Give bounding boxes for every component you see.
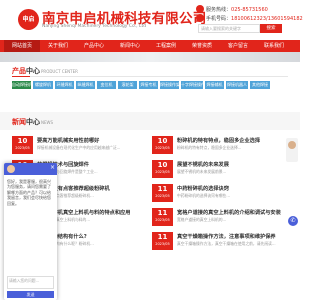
hotline-number: 025-85731560: [231, 7, 268, 13]
company-english-name: Nanjing Shenqi Machinery Technology Co.,…: [42, 24, 147, 29]
news-title[interactable]: 真空干燥箱操作方法，注意事项和维护保养: [177, 233, 292, 240]
chat-send-button[interactable]: 发送: [7, 291, 54, 298]
phone-icon: [196, 5, 204, 13]
nav-item-news[interactable]: 新闻中心: [112, 40, 148, 52]
news-month: 2023/05: [155, 242, 170, 246]
nav-item-message[interactable]: 客户留言: [220, 40, 256, 52]
news-date: 102023/05: [152, 160, 173, 178]
mobile-number: 18100612323/13601594182: [231, 16, 303, 22]
nav-item-cases[interactable]: 工程案例: [148, 40, 184, 52]
category-button[interactable]: 焊接机器人: [226, 81, 248, 89]
search-input[interactable]: 请输入要搜索的关键字: [198, 24, 260, 33]
news-desc: 粉碎机的特有特点，稳固多企业选择...: [177, 145, 242, 150]
news-item[interactable]: 11 2023/05 中药粉碎机的选择诀窍 中药粉碎机的选择诀窍有哪些...: [152, 184, 292, 202]
product-title-en: PRODUCT CENTER: [41, 69, 78, 74]
news-day: 11: [157, 185, 168, 193]
category-button[interactable]: 十字焊接操作机: [181, 81, 203, 89]
news-month: 2023/05: [15, 146, 30, 150]
chat-message: 您好，我是客服，很高兴为您服务，请问您需要了解哪方面的产品？可以给我留言，我们会…: [7, 179, 51, 206]
service-hotline: 服务热线：025-85731560: [206, 6, 268, 13]
banner-image: [0, 52, 300, 62]
news-date: 102023/05: [152, 136, 173, 154]
news-desc: 宽格户道接的真空上料机的...: [177, 217, 227, 222]
category-button[interactable]: 焊接辅机: [205, 81, 224, 89]
chat-input[interactable]: 请输入您的问题...: [7, 276, 54, 289]
mobile-numbers: 手机号码：18100612323/13601594182: [206, 15, 303, 22]
news-item[interactable]: 10 2023/05 粉碎机的特有特点，稳固多企业选择 粉碎机的特有特点，稳固多企…: [152, 136, 292, 154]
news-date: 112023/05: [152, 208, 173, 226]
news-day: 10: [157, 161, 168, 169]
category-button[interactable]: 焊接专机: [139, 81, 158, 89]
category-button[interactable]: 螺旋焊机: [33, 81, 53, 89]
news-section-title: 新闻中心NEWS: [12, 117, 53, 127]
news-month: 2023/05: [155, 218, 170, 222]
news-desc: 真空干燥箱操作方法，真空干燥箱在使用之前，请先阅读...: [177, 241, 276, 246]
mobile-icon: [196, 14, 204, 22]
news-desc: 焊接机械设备在现代化生产中的应用越来越广泛...: [37, 145, 121, 150]
news-item[interactable]: 11 2023/05 真空干燥箱操作方法，注意事项和维护保养 真空干燥箱操作方法，…: [152, 232, 292, 250]
nav-item-honors[interactable]: 荣誉资质: [184, 40, 220, 52]
news-desc: 展望不锈机的未来发展前景...: [177, 169, 227, 174]
nav-item-contact[interactable]: 联系我们: [256, 40, 292, 52]
chat-popup: × 您好，我是客服，很高兴为您服务，请问您需要了解哪方面的产品？可以给我留言，我…: [4, 163, 57, 300]
product-title-black: 中心: [26, 67, 40, 75]
product-section-title: 产品中心PRODUCT CENTER: [12, 66, 78, 76]
news-date: 102023/05: [12, 136, 33, 154]
main-navigation: 网站首页 关于我们 产品中心 新闻中心 工程案例 荣誉资质 客户留言 联系我们: [0, 40, 300, 52]
hotline-label: 服务热线：: [206, 7, 232, 13]
mobile-label: 手机号码：: [206, 16, 232, 22]
news-title-en: NEWS: [41, 120, 54, 125]
news-item[interactable]: 11 2023/05 宽格户道接的真空上料机的介绍和调试与安装 宽格户道接的真空上…: [152, 208, 292, 226]
category-button[interactable]: 变位机: [97, 81, 116, 89]
chat-close-icon[interactable]: ×: [50, 164, 55, 171]
product-title-red: 产品: [12, 67, 26, 75]
chat-agent-avatar: [7, 165, 15, 173]
news-desc: 中药粉碎机的选择诀窍有哪些...: [177, 193, 230, 198]
news-item[interactable]: 10 2023/05 要高万能机械实用性前哪好 焊接机械设备在现代化生产中的应用越…: [12, 136, 152, 154]
news-date: 112023/05: [152, 232, 173, 250]
news-day: 10: [17, 137, 28, 145]
category-button[interactable]: 环缝焊机: [55, 81, 74, 89]
nav-item-products[interactable]: 产品中心: [76, 40, 112, 52]
service-avatar-icon: [288, 141, 296, 149]
news-day: 11: [157, 233, 168, 241]
news-day: 10: [157, 137, 168, 145]
side-phone-icon[interactable]: ✆: [288, 216, 298, 226]
news-month: 2023/05: [155, 194, 170, 198]
news-date: 112023/05: [152, 184, 173, 202]
news-title[interactable]: 中药粉碎机的选择诀窍: [177, 185, 292, 192]
news-title[interactable]: 展望不锈机的未来发展: [177, 161, 292, 168]
news-day: 11: [157, 209, 168, 217]
news-month: 2023/05: [155, 170, 170, 174]
news-month: 2023/05: [155, 146, 170, 150]
company-logo[interactable]: 申启: [18, 9, 39, 30]
search-button[interactable]: 搜索: [260, 24, 282, 33]
category-button[interactable]: 其他焊接: [250, 81, 270, 89]
side-service-avatar[interactable]: [286, 138, 298, 162]
news-title[interactable]: 要高万能机械实用性前哪好: [37, 137, 152, 144]
news-title-black: 中心: [26, 118, 40, 126]
nav-item-about[interactable]: 关于我们: [40, 40, 76, 52]
product-title-underline: [12, 76, 30, 77]
news-title-red: 新闻: [12, 118, 26, 126]
category-button[interactable]: 自动焊接机: [12, 81, 31, 89]
category-button[interactable]: 焊接操作架: [160, 81, 179, 89]
news-title[interactable]: 宽格户道接的真空上料机的介绍和调试与安装: [177, 209, 292, 216]
news-item[interactable]: 10 2023/05 展望不锈机的未来发展 展望不锈机的未来发展前景...: [152, 160, 292, 178]
news-title[interactable]: 粉碎机的特有特点，稳固多企业选择: [177, 137, 292, 144]
product-title-divider: [30, 76, 288, 77]
category-button[interactable]: 滚轮架: [118, 81, 137, 89]
nav-item-home[interactable]: 网站首页: [4, 40, 40, 52]
category-button[interactable]: 纵缝焊机: [76, 81, 95, 89]
